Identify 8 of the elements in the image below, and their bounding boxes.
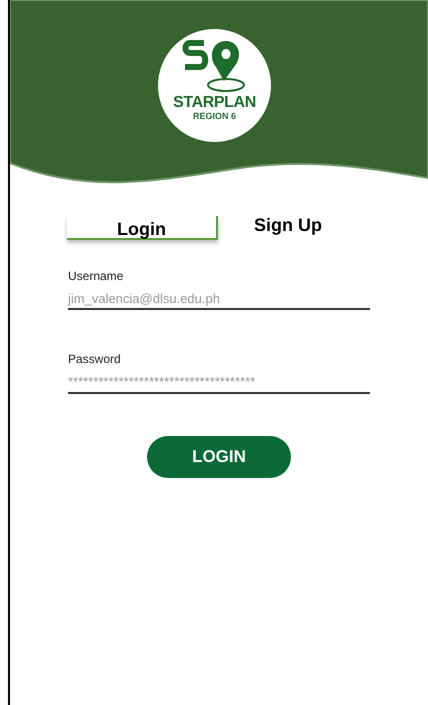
login-button[interactable]: LOGIN xyxy=(147,436,291,478)
tab[interactable]: Login xyxy=(67,216,218,240)
logo-emblem-drawing xyxy=(182,37,248,95)
field-label: Password xyxy=(68,351,122,368)
field-label: Username xyxy=(68,268,124,285)
logo-title: STARPLAN xyxy=(173,95,256,111)
logo-subtitle: REGION 6 xyxy=(192,111,236,122)
tab[interactable]: Sign Up xyxy=(254,216,322,240)
